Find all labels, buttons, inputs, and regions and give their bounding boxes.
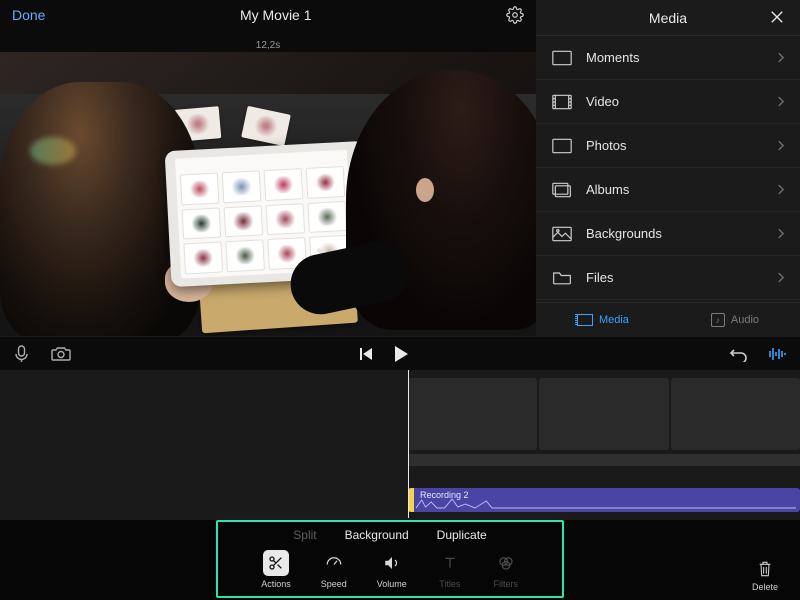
tool-titles[interactable]: Titles [437,550,463,589]
tool-speed[interactable]: Speed [321,550,347,589]
background-button[interactable]: Background [345,528,409,542]
gap-track [408,454,800,466]
video-clip[interactable] [671,378,800,450]
media-item-label: Photos [586,138,777,153]
audio-waveform [416,498,796,510]
tool-row: Actions Speed Volume Titles Filters [224,550,556,589]
waveform-icon[interactable] [768,346,786,362]
done-button[interactable]: Done [12,7,45,23]
split-button[interactable]: Split [293,528,316,542]
video-clip[interactable] [539,378,668,450]
filmstrip-icon [577,314,593,326]
media-header: Media [536,0,800,36]
tab-audio[interactable]: ♪ Audio [711,313,759,327]
close-icon[interactable] [768,8,786,26]
media-item-backgrounds[interactable]: Backgrounds [536,212,800,256]
media-item-moments[interactable]: Moments [536,36,800,80]
microphone-icon[interactable] [14,345,29,363]
edit-context-menu: Split Background Duplicate [224,528,556,542]
tool-volume[interactable]: Volume [377,550,407,589]
moments-icon [552,50,572,66]
chevron-right-icon [777,52,784,63]
chevron-right-icon [777,184,784,195]
volume-icon [379,550,405,576]
delete-label: Delete [752,582,778,592]
media-item-label: Video [586,94,777,109]
preview-scene: Procreate [0,52,536,336]
timeline[interactable]: Recording 2 [0,370,800,520]
backgrounds-icon [552,226,572,242]
tool-label: Speed [321,579,347,589]
scissors-icon [263,550,289,576]
undo-icon[interactable] [730,346,748,362]
video-icon [552,94,572,110]
text-icon [437,550,463,576]
delete-button[interactable]: Delete [752,559,778,592]
media-panel: Media Moments Video Photos [536,0,800,336]
tool-label: Titles [439,579,460,589]
camera-icon[interactable] [51,346,71,361]
trash-icon [757,559,773,579]
duplicate-button[interactable]: Duplicate [437,528,487,542]
tool-label: Actions [261,579,291,589]
media-item-label: Backgrounds [586,226,777,241]
tab-media[interactable]: Media [577,314,629,326]
speedometer-icon [321,550,347,576]
audio-clip[interactable]: Recording 2 [408,488,800,512]
video-track[interactable] [408,378,800,450]
media-item-label: Albums [586,182,777,197]
tool-label: Filters [494,579,519,589]
music-note-icon: ♪ [711,313,725,327]
transport-bar [0,336,800,370]
play-icon[interactable] [393,345,409,363]
bottom-toolbar: Split Background Duplicate Actions Speed… [0,520,800,600]
tab-label: Audio [731,314,759,326]
chevron-right-icon [777,228,784,239]
media-item-photos[interactable]: Photos [536,124,800,168]
media-title: Media [649,10,687,26]
tool-actions[interactable]: Actions [261,550,291,589]
timecode-label: 12,2s [256,40,280,51]
tool-label: Volume [377,579,407,589]
settings-gear-icon[interactable] [506,6,524,24]
media-item-label: Moments [586,50,777,65]
chevron-right-icon [777,140,784,151]
skip-back-icon[interactable] [359,347,373,361]
tab-label: Media [599,314,629,326]
filters-icon [493,550,519,576]
project-title: My Movie 1 [240,7,312,23]
media-item-label: Files [586,270,777,285]
albums-icon [552,182,572,198]
media-list: Moments Video Photos Albums Backgrounds [536,36,800,302]
chevron-right-icon [777,96,784,107]
media-tabs: Media ♪ Audio [536,302,800,336]
chevron-right-icon [777,272,784,283]
video-preview[interactable]: Procreate [0,52,536,336]
tool-filters[interactable]: Filters [493,550,519,589]
preview-pane: Done My Movie 1 12,2s Procreate [0,0,536,336]
preview-header: Done My Movie 1 [0,0,536,30]
playhead-line [408,370,409,518]
media-item-files[interactable]: Files [536,256,800,300]
media-item-video[interactable]: Video [536,80,800,124]
video-clip[interactable] [408,378,537,450]
photos-icon [552,138,572,154]
media-item-albums[interactable]: Albums [536,168,800,212]
folder-icon [552,270,572,286]
